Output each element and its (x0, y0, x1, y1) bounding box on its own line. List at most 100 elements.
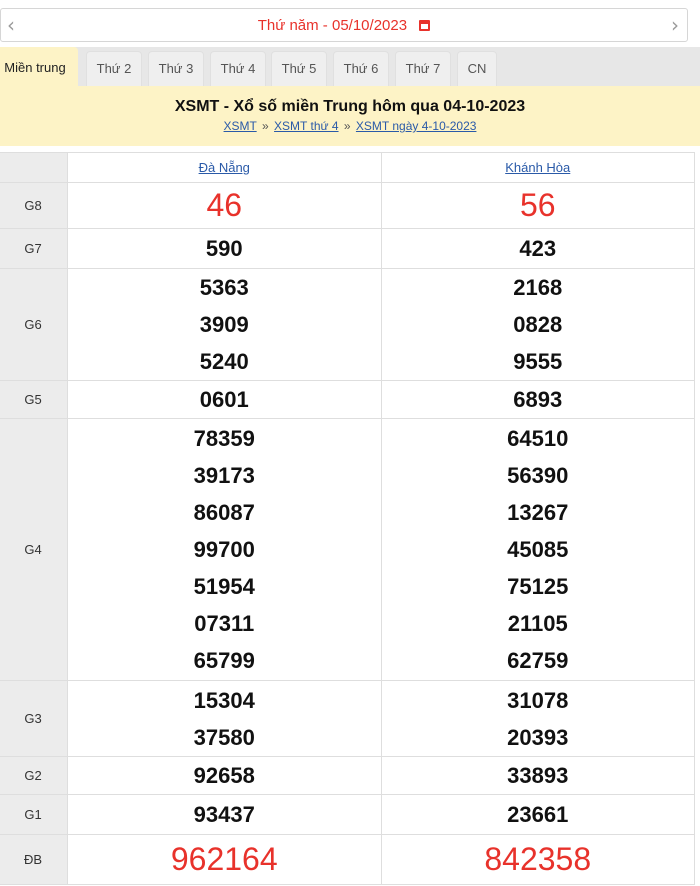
tab-thu-6[interactable]: Thứ 6 (333, 51, 389, 86)
prize-label: G2 (0, 756, 68, 795)
result-cell: 33893 (380, 756, 695, 795)
result-number: 93437 (193, 802, 255, 827)
result-number: 07311 (194, 611, 255, 636)
result-number: 31078 (507, 687, 569, 713)
result-cell: 423 (380, 228, 695, 269)
result-number: 3909 (199, 312, 249, 337)
result-number: 0828 (513, 312, 563, 337)
breadcrumb-link-xsmt-ngay[interactable]: XSMT ngày 4-10-2023 (356, 119, 477, 133)
result-number: 99700 (193, 537, 255, 562)
province-link-da-nang[interactable]: Đà Nẵng (199, 160, 250, 175)
tab-thu-7[interactable]: Thứ 7 (395, 51, 451, 86)
result-cell: 64510 56390 13267 45085 75125 21105 62759 (380, 418, 695, 681)
table-row: G8 46 56 (0, 182, 695, 229)
result-number: 65799 (193, 648, 255, 673)
result-number: 92658 (193, 763, 255, 788)
result-number: 51954 (193, 574, 255, 599)
date-picker[interactable]: ‹ Thứ năm - 05/10/2023 › (0, 8, 688, 42)
result-number: 39173 (193, 463, 255, 488)
province-header: Đà Nẵng (67, 152, 382, 183)
result-cell: 0601 (67, 380, 382, 419)
result-cell: 78359 39173 86087 99700 51954 07311 65799 (67, 418, 382, 681)
result-number: 78359 (193, 426, 255, 451)
tab-thu-5[interactable]: Thứ 5 (271, 51, 327, 86)
prize-table-body: G8 46 56 G7 590 423 G6 5363 3909 5240 2168 0828 9555… (0, 182, 695, 885)
breadcrumb-separator: » (343, 119, 351, 133)
result-number: 423 (519, 236, 557, 261)
table-header-row: Đà Nẵng Khánh Hòa (0, 152, 695, 183)
date-navigation-bar: ‹ Thứ năm - 05/10/2023 › (0, 0, 700, 50)
result-cell: 23661 (380, 794, 695, 835)
prize-label: G7 (0, 228, 68, 269)
prize-label: G1 (0, 794, 68, 835)
result-cell: 842358 (380, 834, 695, 885)
table-row: G2 92658 33893 (0, 756, 695, 795)
table-row: G3 15304 37580 31078 20393 (0, 680, 695, 757)
result-cell: 962164 (67, 834, 382, 885)
result-cell: 15304 37580 (67, 680, 382, 757)
page-title: XSMT - Xổ số miền Trung hôm qua 04-10-20… (174, 98, 526, 115)
prize-label: G3 (0, 680, 68, 757)
province-link-khanh-hoa[interactable]: Khánh Hòa (505, 160, 570, 175)
result-number: 86087 (193, 500, 255, 525)
result-cell: 92658 (67, 756, 382, 795)
result-cell: 590 (67, 228, 382, 269)
result-number: 962164 (170, 841, 278, 877)
result-number: 842358 (484, 841, 592, 877)
date-display[interactable]: Thứ năm - 05/10/2023 (1, 17, 687, 34)
result-number: 0601 (199, 387, 249, 412)
result-number: 20393 (507, 724, 569, 750)
breadcrumb-link-xsmt-thu-4[interactable]: XSMT thứ 4 (274, 119, 339, 133)
result-cell: 56 (380, 182, 695, 229)
result-number: 23661 (507, 802, 569, 827)
region-tabs: Miền trung Thứ 2 Thứ 3 Thứ 4 Thứ 5 Thứ 6… (0, 47, 700, 86)
table-row: G7 590 423 (0, 228, 695, 269)
breadcrumb: XSMT » XSMT thứ 4 » XSMT ngày 4-10-2023 (0, 119, 700, 133)
result-number: 62759 (507, 648, 569, 673)
header-corner-cell (0, 152, 68, 183)
result-number: 56390 (507, 463, 569, 488)
prize-label: G6 (0, 268, 68, 381)
table-row: G4 78359 39173 86087 99700 51954 07311 65799 645… (0, 418, 695, 681)
prize-label: G8 (0, 182, 68, 229)
result-number: 5240 (199, 349, 249, 374)
calendar-icon[interactable] (419, 20, 431, 31)
result-cell: 31078 20393 (380, 680, 695, 757)
result-cell: 46 (67, 182, 382, 229)
result-cell: 6893 (380, 380, 695, 419)
result-number: 5363 (199, 275, 249, 300)
date-value: 05/10/2023 (331, 17, 408, 34)
tab-mien-trung[interactable]: Miền trung (0, 47, 78, 86)
result-cell: 93437 (67, 794, 382, 835)
day-label: Thứ năm - (257, 17, 328, 34)
results-table: Đà Nẵng Khánh Hòa G8 46 56 G7 590 423 G6 5363 39… (0, 152, 695, 885)
result-cell: 5363 3909 5240 (67, 268, 382, 381)
result-number: 21105 (507, 611, 568, 636)
breadcrumb-separator: » (262, 119, 269, 133)
result-number: 37580 (193, 724, 255, 750)
prize-label: G4 (0, 418, 68, 681)
result-number: 56 (519, 187, 556, 223)
table-row: G5 0601 6893 (0, 380, 695, 419)
result-number: 33893 (507, 763, 569, 788)
result-number: 64510 (507, 426, 569, 451)
result-number: 45085 (507, 537, 569, 562)
tab-thu-3[interactable]: Thứ 3 (148, 51, 204, 86)
tab-thu-4[interactable]: Thứ 4 (210, 51, 266, 86)
result-cell: 2168 0828 9555 (380, 268, 695, 381)
tab-thu-2[interactable]: Thứ 2 (86, 51, 142, 86)
province-header: Khánh Hòa (380, 152, 695, 183)
table-row: G6 5363 3909 5240 2168 0828 9555 (0, 268, 695, 381)
tab-cn[interactable]: CN (457, 51, 497, 86)
prize-label: G5 (0, 380, 68, 419)
result-number: 590 (205, 236, 243, 261)
result-number: 9555 (513, 349, 563, 374)
results-header: XSMT - Xổ số miền Trung hôm qua 04-10-20… (0, 86, 700, 146)
breadcrumb-link-xsmt[interactable]: XSMT (224, 119, 257, 133)
result-number: 13267 (507, 500, 569, 525)
chevron-right-icon[interactable]: › (671, 15, 679, 35)
result-number: 2168 (513, 275, 563, 300)
table-row: G1 93437 23661 (0, 794, 695, 835)
result-number: 6893 (513, 387, 563, 412)
table-row: ĐB 962164 842358 (0, 834, 695, 885)
